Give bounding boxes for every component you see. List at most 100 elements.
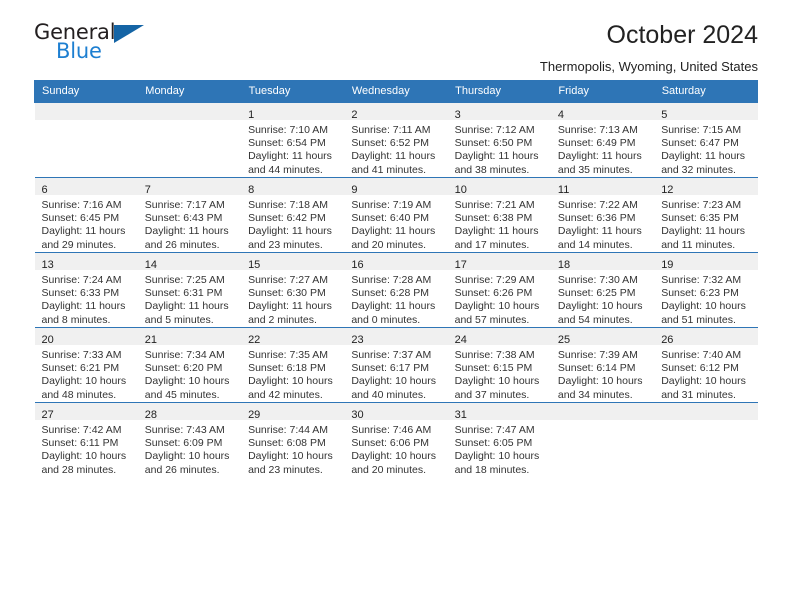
day-number-band: 10 <box>447 178 551 196</box>
daylight-text-cont: and 23 minutes. <box>248 463 323 476</box>
calendar-day-cell[interactable]: 31 Sunrise: 7:47 AM Sunset: 6:05 PM Dayligh… <box>447 402 551 477</box>
sunset-text: Sunset: 6:35 PM <box>661 212 739 225</box>
calendar-day-cell[interactable]: 25 Sunrise: 7:39 AM Sunset: 6:14 PM Dayligh… <box>550 327 655 403</box>
calendar-day-cell[interactable]: 29 Sunrise: 7:44 AM Sunset: 6:08 PM Dayligh… <box>241 402 345 477</box>
sunset-text: Sunset: 6:49 PM <box>557 137 636 150</box>
sunrise-text: Sunrise: 7:27 AM <box>248 274 329 286</box>
day-cell-content: 26 Sunrise: 7:40 AM Sunset: 6:12 PM Dayligh… <box>654 328 758 402</box>
sunrise-text: Sunrise: 7:18 AM <box>248 199 329 211</box>
calendar-day-cell[interactable]: 28 Sunrise: 7:43 AM Sunset: 6:09 PM Dayligh… <box>137 402 242 477</box>
calendar-day-cell[interactable]: 15 Sunrise: 7:27 AM Sunset: 6:30 PM Dayligh… <box>241 252 345 328</box>
calendar-day-cell[interactable]: 30 Sunrise: 7:46 AM Sunset: 6:06 PM Dayligh… <box>344 402 448 477</box>
calendar-day-cell[interactable]: 11 Sunrise: 7:22 AM Sunset: 6:36 PM Dayligh… <box>550 177 655 253</box>
day-cell-content: 3 Sunrise: 7:12 AM Sunset: 6:50 PM Daylight… <box>447 103 551 177</box>
daylight-text: Daylight: 11 hours <box>144 300 229 313</box>
daylight-text: Daylight: 11 hours <box>557 150 642 163</box>
daylight-text: Daylight: 11 hours <box>351 300 436 313</box>
calendar-day-cell[interactable]: 26 Sunrise: 7:40 AM Sunset: 6:12 PM Dayligh… <box>654 327 758 403</box>
day-number-band: 15 <box>241 253 345 271</box>
calendar-day-cell[interactable]: 1 Sunrise: 7:10 AM Sunset: 6:54 PM Daylight… <box>241 102 345 178</box>
daylight-text: Daylight: 10 hours <box>41 375 127 388</box>
day-number: 9 <box>351 184 358 196</box>
day-number-band: 26 <box>654 328 758 346</box>
daylight-text: Daylight: 10 hours <box>661 300 746 313</box>
calendar-day-cell[interactable]: 27 Sunrise: 7:42 AM Sunset: 6:11 PM Dayligh… <box>34 402 138 477</box>
sunrise-text: Sunrise: 7:21 AM <box>454 199 535 211</box>
day-cell-content: 9 Sunrise: 7:19 AM Sunset: 6:40 PM Daylight… <box>344 178 448 252</box>
sunrise-text: Sunrise: 7:42 AM <box>41 424 122 436</box>
daylight-text-cont: and 18 minutes. <box>454 463 530 476</box>
calendar-day-cell[interactable]: 4 Sunrise: 7:13 AM Sunset: 6:49 PM Daylight… <box>550 102 655 178</box>
day-sun-details: Sunrise: 7:15 AM Sunset: 6:47 PM Daylight:… <box>654 120 757 177</box>
sunrise-text: Sunrise: 7:34 AM <box>144 349 225 361</box>
day-cell-content: 18 Sunrise: 7:30 AM Sunset: 6:25 PM Dayligh… <box>550 253 655 327</box>
sunrise-text: Sunrise: 7:19 AM <box>351 199 432 211</box>
day-cell-content: 15 Sunrise: 7:27 AM Sunset: 6:30 PM Dayligh… <box>241 253 345 327</box>
day-number: 28 <box>144 409 158 421</box>
daylight-text: Daylight: 10 hours <box>454 300 540 313</box>
calendar-day-cell[interactable]: 5 Sunrise: 7:15 AM Sunset: 6:47 PM Daylight… <box>654 102 758 178</box>
sunset-text: Sunset: 6:30 PM <box>248 287 326 300</box>
sunset-text: Sunset: 6:28 PM <box>351 287 429 300</box>
calendar-page: General Blue October 2024 Thermopolis, W… <box>0 0 792 612</box>
day-sun-details: Sunrise: 7:38 AM Sunset: 6:15 PM Daylight:… <box>448 345 551 402</box>
daylight-text-cont: and 29 minutes. <box>41 238 117 251</box>
calendar-day-cell[interactable]: 12 Sunrise: 7:23 AM Sunset: 6:35 PM Dayligh… <box>654 177 758 253</box>
calendar-day-cell[interactable]: 10 Sunrise: 7:21 AM Sunset: 6:38 PM Dayligh… <box>447 177 551 253</box>
calendar-day-cell[interactable]: 13 Sunrise: 7:24 AM Sunset: 6:33 PM Dayligh… <box>34 252 138 328</box>
calendar-day-cell[interactable]: 16 Sunrise: 7:28 AM Sunset: 6:28 PM Dayligh… <box>344 252 448 328</box>
sunset-text: Sunset: 6:11 PM <box>41 437 119 450</box>
day-number-band: 18 <box>550 253 655 271</box>
day-sun-details: Sunrise: 7:42 AM Sunset: 6:11 PM Daylight:… <box>35 420 138 477</box>
daylight-text: Daylight: 10 hours <box>41 450 127 463</box>
daylight-text: Daylight: 10 hours <box>454 375 540 388</box>
daylight-text-cont: and 26 minutes. <box>144 238 220 251</box>
sunset-text: Sunset: 6:47 PM <box>661 137 739 150</box>
day-number: 29 <box>248 409 261 421</box>
generalblue-logo[interactable]: General Blue <box>34 22 154 68</box>
daylight-text-cont: and 48 minutes. <box>41 388 117 401</box>
calendar-day-cell[interactable]: 22 Sunrise: 7:35 AM Sunset: 6:18 PM Dayligh… <box>241 327 345 403</box>
sunrise-text: Sunrise: 7:30 AM <box>557 274 638 286</box>
sunrise-text: Sunrise: 7:43 AM <box>144 424 225 436</box>
calendar-week-row: 1 Sunrise: 7:10 AM Sunset: 6:54 PM Daylight… <box>34 102 758 178</box>
weekday-header-friday: Friday <box>550 80 655 103</box>
daylight-text: Daylight: 11 hours <box>454 150 539 163</box>
daylight-text-cont: and 20 minutes. <box>351 463 427 476</box>
day-number-band: 5 <box>654 103 758 121</box>
daylight-text-cont: and 23 minutes. <box>248 238 323 251</box>
sunset-text: Sunset: 6:14 PM <box>557 362 636 375</box>
day-number-band <box>654 403 758 420</box>
calendar-day-cell[interactable]: 8 Sunrise: 7:18 AM Sunset: 6:42 PM Daylight… <box>241 177 345 253</box>
calendar-body: 1 Sunrise: 7:10 AM Sunset: 6:54 PM Daylight… <box>34 102 758 477</box>
calendar-day-cell[interactable]: 7 Sunrise: 7:17 AM Sunset: 6:43 PM Daylight… <box>137 177 242 253</box>
calendar-day-cell[interactable]: 14 Sunrise: 7:25 AM Sunset: 6:31 PM Dayligh… <box>137 252 242 328</box>
daylight-text-cont: and 14 minutes. <box>557 238 633 251</box>
calendar-day-cell[interactable]: 18 Sunrise: 7:30 AM Sunset: 6:25 PM Dayligh… <box>550 252 655 328</box>
sunset-text: Sunset: 6:43 PM <box>144 212 223 225</box>
calendar-day-cell[interactable]: 20 Sunrise: 7:33 AM Sunset: 6:21 PM Dayligh… <box>34 327 138 403</box>
day-number: 16 <box>351 259 364 271</box>
calendar-day-cell[interactable]: 9 Sunrise: 7:19 AM Sunset: 6:40 PM Daylight… <box>344 177 448 253</box>
day-number: 31 <box>454 409 467 421</box>
day-sun-details: Sunrise: 7:44 AM Sunset: 6:08 PM Daylight:… <box>241 420 344 477</box>
calendar-day-cell[interactable]: 6 Sunrise: 7:16 AM Sunset: 6:45 PM Daylight… <box>34 177 138 253</box>
sunrise-text: Sunrise: 7:40 AM <box>661 349 742 361</box>
calendar-day-cell[interactable]: 3 Sunrise: 7:12 AM Sunset: 6:50 PM Daylight… <box>447 102 551 178</box>
day-number-band: 24 <box>447 328 551 346</box>
day-number: 26 <box>661 334 674 346</box>
calendar-day-cell[interactable]: 19 Sunrise: 7:32 AM Sunset: 6:23 PM Dayligh… <box>654 252 758 328</box>
day-cell-content: 28 Sunrise: 7:43 AM Sunset: 6:09 PM Dayligh… <box>137 403 242 477</box>
calendar-day-cell[interactable]: 24 Sunrise: 7:38 AM Sunset: 6:15 PM Dayligh… <box>447 327 551 403</box>
day-sun-details: Sunrise: 7:23 AM Sunset: 6:35 PM Daylight:… <box>654 195 757 252</box>
calendar-day-cell[interactable]: 2 Sunrise: 7:11 AM Sunset: 6:52 PM Daylight… <box>344 102 448 178</box>
daylight-text: Daylight: 10 hours <box>557 300 643 313</box>
day-number: 8 <box>248 184 255 196</box>
calendar-day-cell[interactable]: 17 Sunrise: 7:29 AM Sunset: 6:26 PM Dayligh… <box>447 252 551 328</box>
calendar-day-cell[interactable]: 21 Sunrise: 7:34 AM Sunset: 6:20 PM Dayligh… <box>137 327 242 403</box>
daylight-text-cont: and 41 minutes. <box>351 163 427 176</box>
calendar-day-cell[interactable]: 23 Sunrise: 7:37 AM Sunset: 6:17 PM Dayligh… <box>344 327 448 403</box>
day-number-band: 20 <box>34 328 138 346</box>
daylight-text-cont: and 57 minutes. <box>454 313 530 326</box>
day-sun-details: Sunrise: 7:30 AM Sunset: 6:25 PM Daylight:… <box>551 270 654 327</box>
